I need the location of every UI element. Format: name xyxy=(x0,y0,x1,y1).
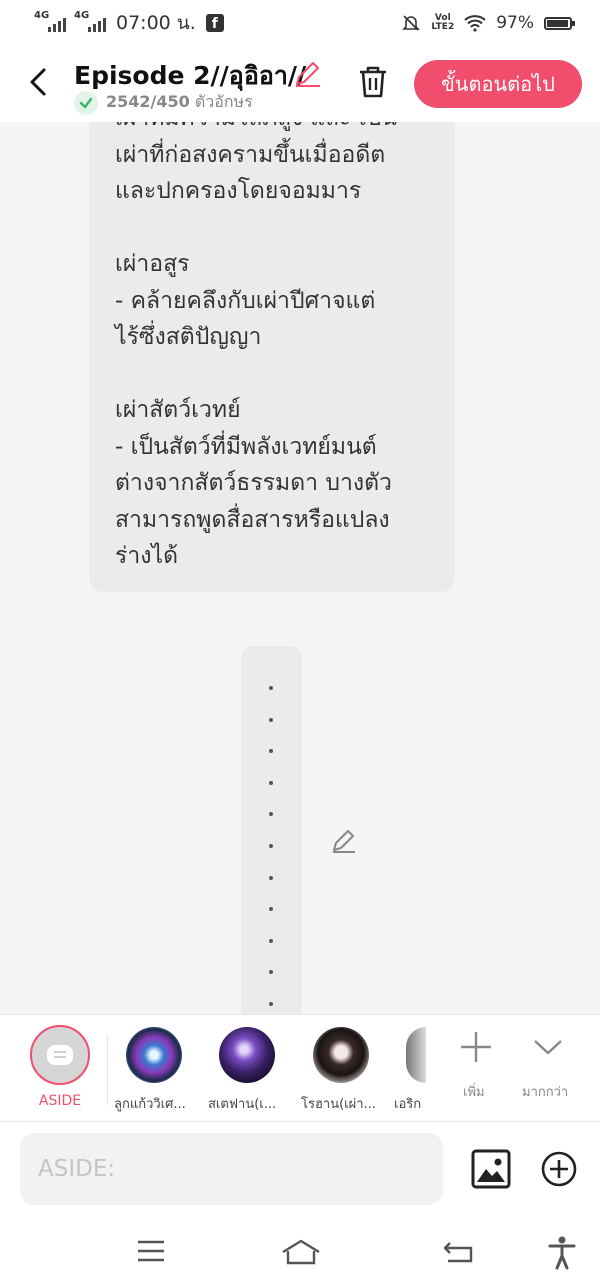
char-count-value: 2542/450 xyxy=(106,92,190,111)
aside-input[interactable] xyxy=(20,1133,443,1205)
facebook-icon: f xyxy=(205,14,224,32)
back-arrow-icon[interactable] xyxy=(22,60,56,104)
ellipsis-dot xyxy=(269,844,273,848)
sim1-label: 4G xyxy=(34,10,50,21)
battery-icon xyxy=(544,16,575,30)
char-count-row: 2542/450 ตัวอักษร xyxy=(74,90,253,115)
aside-text-bubble[interactable]: เผ่าที่มีความโลภสูง และ เป็น เผ่าที่ก่อส… xyxy=(89,122,455,592)
image-icon[interactable] xyxy=(471,1149,511,1189)
back-nav-icon[interactable] xyxy=(442,1238,474,1264)
aside-avatar[interactable] xyxy=(30,1025,90,1085)
character-avatar[interactable] xyxy=(406,1027,426,1083)
character-name: สเตฟาน(เ... xyxy=(208,1097,277,1112)
ellipsis-dot xyxy=(269,938,273,943)
ellipsis-dot xyxy=(269,970,273,975)
character-avatar[interactable] xyxy=(313,1027,369,1083)
episode-content[interactable]: เผ่าที่มีความโลภสูง และ เป็น เผ่าที่ก่อส… xyxy=(0,122,600,1014)
trash-icon[interactable] xyxy=(356,64,390,100)
aside-label: ASIDE xyxy=(38,1093,82,1109)
chevron-down-icon[interactable] xyxy=(532,1035,564,1059)
check-circle-icon xyxy=(74,90,98,115)
character-avatar[interactable] xyxy=(219,1027,275,1083)
editor-header: Episode 2//อุอิอา// 2542/450 ตัวอักษร ขั… xyxy=(0,46,600,122)
edit-title-icon[interactable] xyxy=(293,58,323,88)
mute-bell-icon xyxy=(402,15,421,31)
more-label[interactable]: มากกว่า xyxy=(522,1081,568,1102)
wifi-icon xyxy=(464,15,486,32)
composer xyxy=(0,1122,600,1218)
character-selector: ASIDE ลูกแก้ววิเศ... สเตฟาน(เ... โรฮาน(เ… xyxy=(0,1014,600,1122)
accessibility-icon[interactable] xyxy=(548,1236,576,1270)
battery-percent: 97% xyxy=(496,13,534,33)
add-circle-icon[interactable] xyxy=(541,1151,577,1187)
ellipsis-dot xyxy=(269,1002,273,1006)
character-name: ลูกแก้ววิเศ... xyxy=(114,1097,186,1112)
status-bar: 4G 4G 07:00 น. f Vol LTE2 97% xyxy=(0,0,600,46)
ellipsis-dot xyxy=(269,812,273,817)
next-step-button[interactable]: ขั้นตอนต่อไป xyxy=(414,60,582,108)
menu-icon[interactable] xyxy=(136,1238,166,1264)
dots-bubble[interactable] xyxy=(241,646,302,1014)
edit-pencil-icon[interactable] xyxy=(330,826,358,854)
character-name: เอริก xyxy=(394,1097,422,1112)
character-name: โรฮาน(เผ่า... xyxy=(301,1097,376,1112)
ellipsis-dot xyxy=(269,749,273,754)
add-character-label[interactable]: เพิ่ม xyxy=(463,1081,485,1102)
ellipsis-dot xyxy=(269,875,273,880)
char-count-unit: ตัวอักษร xyxy=(194,92,253,111)
char-count: 2542/450 ตัวอักษร xyxy=(106,90,253,115)
signal-sim2-icon: 4G xyxy=(74,10,106,32)
character-avatar[interactable] xyxy=(126,1027,182,1083)
clock: 07:00 น. xyxy=(116,12,196,34)
home-icon[interactable] xyxy=(280,1238,322,1266)
chat-bubble-icon xyxy=(47,1045,73,1065)
ellipsis-dot xyxy=(269,907,273,912)
ellipsis-dot xyxy=(269,780,273,785)
volte-icon: Vol LTE2 xyxy=(431,13,455,32)
ellipsis-dot xyxy=(269,717,273,722)
divider xyxy=(107,1035,108,1105)
ellipsis-dot xyxy=(269,686,273,690)
plus-icon[interactable] xyxy=(458,1029,494,1065)
system-nav-bar xyxy=(0,1218,600,1287)
signal-sim1-icon: 4G xyxy=(34,10,66,32)
sim2-label: 4G xyxy=(74,10,90,21)
